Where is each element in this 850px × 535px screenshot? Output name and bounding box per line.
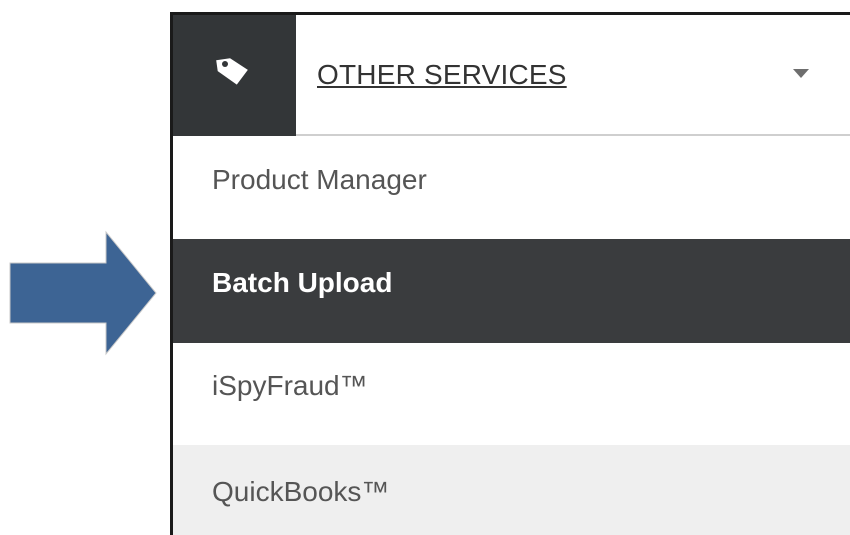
caret-down-icon[interactable] xyxy=(793,69,809,78)
screenshot-canvas: OTHER SERVICES Product Manager Batch Upl… xyxy=(0,0,850,535)
menu-item-label: Batch Upload xyxy=(212,267,393,298)
menu-item-label: QuickBooks™ xyxy=(212,476,390,507)
menu-item-batch-upload[interactable]: Batch Upload xyxy=(173,239,850,343)
dropdown-header-label[interactable]: OTHER SERVICES xyxy=(317,59,567,91)
menu-item-label: Product Manager xyxy=(212,163,427,195)
menu-item-product-manager[interactable]: Product Manager xyxy=(173,136,850,239)
tag-icon-box xyxy=(173,15,296,136)
menu-item-label: iSpyFraud™ xyxy=(212,370,368,401)
menu-item-quickbooks[interactable]: QuickBooks™ xyxy=(173,445,850,535)
menu-item-ispyfraud[interactable]: iSpyFraud™ xyxy=(173,343,850,445)
services-dropdown-panel: OTHER SERVICES Product Manager Batch Upl… xyxy=(170,12,850,535)
tag-icon xyxy=(215,58,248,85)
dropdown-header[interactable]: OTHER SERVICES xyxy=(173,15,850,136)
